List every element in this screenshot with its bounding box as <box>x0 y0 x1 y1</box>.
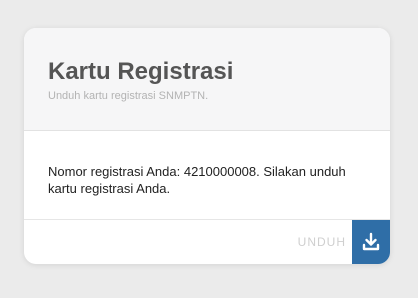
download-icon <box>362 232 380 251</box>
card-header: Kartu Registrasi Unduh kartu registrasi … <box>24 28 390 131</box>
download-label[interactable]: UNDUH <box>298 235 346 249</box>
registration-card: Kartu Registrasi Unduh kartu registrasi … <box>24 28 390 264</box>
card-subtitle: Unduh kartu registrasi SNMPTN. <box>48 90 209 102</box>
card-title: Kartu Registrasi <box>48 58 234 85</box>
registration-message: Nomor registrasi Anda: 4210000008. Silak… <box>48 164 346 196</box>
card-footer: UNDUH <box>24 220 390 264</box>
card-body: Nomor registrasi Anda: 4210000008. Silak… <box>24 131 390 220</box>
download-button[interactable] <box>352 220 390 264</box>
